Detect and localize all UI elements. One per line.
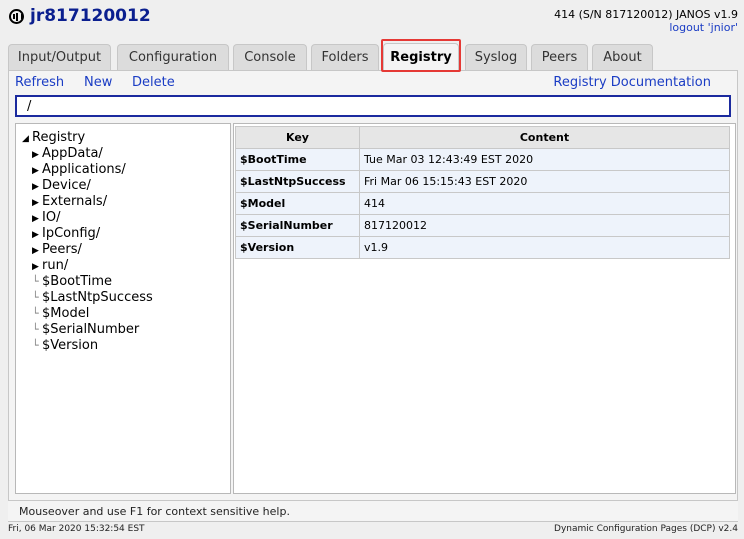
tree-branch-line-icon: └ — [32, 291, 39, 304]
tab-peers[interactable]: Peers — [531, 44, 588, 70]
row-key: $BootTime — [235, 148, 360, 171]
tab-bar: Input/Output Configuration Console Folde… — [8, 43, 738, 71]
logout-link[interactable]: logout 'jnior' — [669, 21, 738, 34]
tree-folder[interactable]: ▶ IO/ — [32, 210, 60, 225]
registry-content: Key Content $BootTime Tue Mar 03 12:43:4… — [233, 123, 736, 494]
tree-folder[interactable]: ▶ Applications/ — [32, 162, 126, 177]
footer-version: Dynamic Configuration Pages (DCP) v2.4 — [554, 524, 738, 534]
tab-configuration[interactable]: Configuration — [117, 44, 229, 70]
row-content[interactable]: 414 — [359, 192, 730, 215]
key-column-header[interactable]: Key — [235, 126, 360, 149]
tree-folder[interactable]: ▶ IpConfig/ — [32, 226, 100, 241]
device-name: jr817120012 — [30, 6, 151, 26]
content-column-header[interactable]: Content — [359, 126, 730, 149]
tab-console[interactable]: Console — [233, 44, 307, 70]
row-key: $Version — [235, 236, 360, 259]
new-link[interactable]: New — [84, 75, 112, 90]
tree-folder[interactable]: ▶ AppData/ — [32, 146, 103, 161]
row-key: $LastNtpSuccess — [235, 170, 360, 193]
tree-branch-line-icon: └ — [32, 275, 39, 288]
tree-key[interactable]: └ $BootTime — [32, 274, 112, 289]
table-row[interactable]: $Version v1.9 — [235, 236, 730, 259]
registry-documentation-link[interactable]: Registry Documentation — [553, 75, 711, 90]
expand-arrow-icon: ▶ — [32, 246, 39, 256]
refresh-link[interactable]: Refresh — [15, 75, 64, 90]
table-row[interactable]: $SerialNumber 817120012 — [235, 214, 730, 237]
tab-about[interactable]: About — [592, 44, 653, 70]
jnior-logo-icon — [9, 9, 24, 24]
tree-key[interactable]: └ $LastNtpSuccess — [32, 290, 153, 305]
header: jr817120012 414 (S/N 817120012) JANOS v1… — [0, 0, 744, 40]
row-key: $SerialNumber — [235, 214, 360, 237]
table-row[interactable]: $Model 414 — [235, 192, 730, 215]
row-key: $Model — [235, 192, 360, 215]
row-content[interactable]: Tue Mar 03 12:43:49 EST 2020 — [359, 148, 730, 171]
registry-table: Key Content $BootTime Tue Mar 03 12:43:4… — [235, 126, 730, 259]
tree-branch-line-icon: └ — [32, 323, 39, 336]
row-content[interactable]: Fri Mar 06 15:15:43 EST 2020 — [359, 170, 730, 193]
expand-arrow-icon: ▶ — [32, 230, 39, 240]
tab-syslog[interactable]: Syslog — [465, 44, 527, 70]
tree-key[interactable]: └ $SerialNumber — [32, 322, 139, 337]
registry-path-input[interactable]: / — [15, 95, 731, 117]
collapse-triangle-icon: ◢ — [22, 134, 29, 144]
tab-folders[interactable]: Folders — [311, 44, 379, 70]
table-row[interactable]: $LastNtpSuccess Fri Mar 06 15:15:43 EST … — [235, 170, 730, 193]
tree-folder[interactable]: ▶ Peers/ — [32, 242, 82, 257]
expand-arrow-icon: ▶ — [32, 166, 39, 176]
tree-key[interactable]: └ $Model — [32, 306, 89, 321]
tree-folder[interactable]: ▶ Device/ — [32, 178, 91, 193]
expand-arrow-icon: ▶ — [32, 182, 39, 192]
table-row[interactable]: $BootTime Tue Mar 03 12:43:49 EST 2020 — [235, 148, 730, 171]
footer-timestamp: Fri, 06 Mar 2020 15:32:54 EST — [8, 524, 145, 534]
expand-arrow-icon: ▶ — [32, 150, 39, 160]
tree-branch-line-icon: └ — [32, 339, 39, 352]
expand-arrow-icon: ▶ — [32, 214, 39, 224]
registry-tree: ◢ Registry ▶ AppData/ ▶ Applications/ ▶ Devi… — [15, 123, 231, 494]
expand-arrow-icon: ▶ — [32, 198, 39, 208]
tab-input-output[interactable]: Input/Output — [8, 44, 111, 70]
status-bar: Mouseover and use F1 for context sensiti… — [8, 500, 738, 521]
tree-folder[interactable]: ▶ run/ — [32, 258, 68, 273]
row-content[interactable]: 817120012 — [359, 214, 730, 237]
table-header-row: Key Content — [235, 126, 730, 149]
row-content[interactable]: v1.9 — [359, 236, 730, 259]
tree-key[interactable]: └ $Version — [32, 338, 98, 353]
tree-folder[interactable]: ▶ Externals/ — [32, 194, 107, 209]
tab-highlight-box — [381, 39, 461, 72]
tree-branch-line-icon: └ — [32, 307, 39, 320]
device-info: 414 (S/N 817120012) JANOS v1.9 — [554, 8, 738, 21]
expand-arrow-icon: ▶ — [32, 262, 39, 272]
tree-root[interactable]: ◢ Registry — [22, 130, 85, 145]
delete-link[interactable]: Delete — [132, 75, 175, 90]
